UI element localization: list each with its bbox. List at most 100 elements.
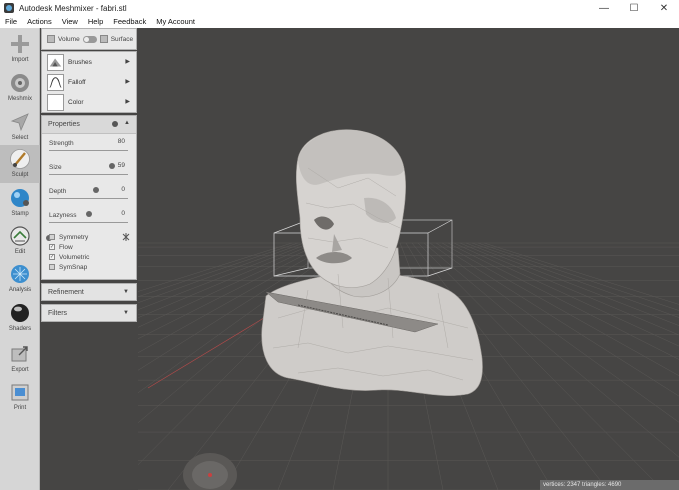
menu-help[interactable]: Help — [83, 16, 108, 28]
falloff-row[interactable]: Falloff ▶ — [42, 72, 136, 92]
lazyness-slider[interactable]: Lazyness 0 — [42, 206, 136, 241]
brushes-label: Brushes — [68, 58, 92, 66]
print-icon — [11, 384, 29, 401]
meshmixer-app-icon — [4, 3, 14, 13]
flow-checkbox[interactable]: ✓ — [49, 244, 55, 250]
flow-label: Flow — [59, 243, 73, 251]
tool-label: Stamp — [11, 211, 29, 217]
menu-feedback[interactable]: Feedback — [108, 16, 151, 28]
main-toolbar: Import Meshmix Select Sculpt Stamp Edit … — [0, 28, 40, 490]
symmetry-option[interactable]: Symmetry — [42, 232, 136, 242]
tool-label: Print — [13, 405, 27, 411]
meshmix-icon — [11, 74, 29, 92]
symmetry-icon[interactable] — [122, 233, 130, 241]
tool-label: Select — [11, 135, 29, 141]
slider-track — [49, 174, 128, 193]
chevron-down-icon: ▼ — [123, 310, 129, 316]
brushes-swatch-icon — [47, 53, 64, 71]
select-tool[interactable]: Select — [0, 108, 40, 146]
surface-checkbox[interactable] — [99, 35, 108, 43]
volumetric-checkbox[interactable]: ✓ — [49, 254, 55, 260]
color-row[interactable]: Color ▶ — [42, 92, 136, 112]
strength-slider[interactable]: Strength 80 — [42, 134, 136, 169]
size-value: 59 — [117, 162, 125, 169]
tool-label: Export — [11, 367, 29, 373]
depth-value: 0 — [121, 186, 125, 193]
sculpt-tool[interactable]: Sculpt — [0, 145, 40, 183]
title-bar: Autodesk Meshmixer - fabri.stl — ☐ ✕ — [0, 0, 679, 16]
sculpt-mode-row: Volume Surface — [41, 28, 137, 50]
viewport-background — [138, 28, 679, 490]
flow-option[interactable]: ✓ Flow — [42, 242, 136, 252]
falloff-curve-icon — [47, 73, 64, 91]
print-tool[interactable]: Print — [0, 378, 40, 416]
chevron-right-icon: ▶ — [125, 79, 130, 85]
menu-view[interactable]: View — [57, 16, 83, 28]
maximize-button[interactable]: ☐ — [619, 0, 649, 16]
strength-label: Strength — [49, 140, 74, 147]
depth-slider[interactable]: Depth 0 — [42, 182, 136, 217]
export-icon — [11, 346, 28, 362]
brush-icon — [10, 149, 30, 169]
menu-my-account[interactable]: My Account — [151, 16, 200, 28]
symsnap-checkbox[interactable] — [49, 264, 55, 270]
edit-icon — [10, 226, 30, 246]
volume-checkbox[interactable] — [47, 35, 55, 43]
chevron-right-icon: ▶ — [125, 99, 130, 105]
size-slider[interactable]: Size 59 — [42, 158, 136, 193]
menu-bar: File Actions View Help Feedback My Accou… — [0, 16, 679, 28]
slider-track — [49, 198, 128, 217]
properties-panel: Properties ▲ Strength 80 Size 59 Depth 0… — [41, 115, 137, 280]
refinement-label: Refinement — [48, 288, 84, 296]
3d-viewport[interactable] — [138, 28, 679, 490]
plus-icon — [11, 35, 29, 53]
refinement-section[interactable]: Refinement ▼ — [41, 283, 137, 301]
slider-track — [49, 150, 128, 169]
surface-label: Surface — [110, 35, 134, 43]
analysis-tool[interactable]: Analysis — [0, 260, 40, 298]
strength-value: 80 — [117, 138, 125, 145]
brush-settings-panel: Brushes ▶ Falloff ▶ Color ▶ — [41, 51, 137, 113]
tool-label: Analysis — [8, 287, 32, 293]
select-arrow-icon — [10, 113, 29, 132]
window-controls: — ☐ ✕ — [589, 0, 679, 16]
tool-label: Import — [11, 57, 29, 63]
menu-actions[interactable]: Actions — [22, 16, 57, 28]
chevron-up-icon[interactable]: ▲ — [124, 120, 130, 126]
shaders-icon — [11, 304, 29, 322]
meshmix-tool[interactable]: Meshmix — [0, 69, 40, 107]
depth-label: Depth — [49, 188, 67, 195]
volumetric-label: Volumetric — [59, 253, 90, 261]
stamp-tool[interactable]: Stamp — [0, 184, 40, 222]
color-label: Color — [68, 98, 84, 106]
symsnap-option[interactable]: SymSnap — [42, 262, 136, 272]
filters-section[interactable]: Filters ▼ — [41, 304, 137, 322]
import-tool[interactable]: Import — [0, 30, 40, 68]
tool-label: Shaders — [8, 326, 32, 332]
brushes-row[interactable]: Brushes ▶ — [42, 52, 136, 72]
symmetry-checkbox[interactable] — [49, 234, 55, 240]
chevron-right-icon: ▶ — [125, 59, 130, 65]
volumetric-option[interactable]: ✓ Volumetric — [42, 252, 136, 262]
tool-label: Sculpt — [11, 172, 29, 178]
symmetry-label: Symmetry — [59, 233, 89, 241]
tool-label: Edit — [14, 249, 26, 255]
edit-tool[interactable]: Edit — [0, 222, 40, 260]
size-label: Size — [49, 164, 62, 171]
symsnap-label: SymSnap — [59, 263, 88, 271]
properties-header[interactable]: Properties ▲ — [42, 116, 136, 134]
volume-surface-toggle[interactable] — [82, 35, 97, 43]
lazyness-value: 0 — [121, 210, 125, 217]
close-button[interactable]: ✕ — [649, 0, 679, 16]
menu-file[interactable]: File — [0, 16, 22, 28]
analysis-icon — [11, 265, 29, 283]
minimize-button[interactable]: — — [589, 0, 619, 16]
shaders-tool[interactable]: Shaders — [0, 299, 40, 337]
gear-icon[interactable] — [112, 121, 118, 127]
scene-canvas[interactable] — [138, 28, 679, 490]
stamp-icon — [11, 189, 29, 207]
filters-label: Filters — [48, 309, 68, 317]
window-title: Autodesk Meshmixer - fabri.stl — [19, 3, 127, 13]
export-tool[interactable]: Export — [0, 340, 40, 378]
chevron-down-icon: ▼ — [123, 289, 129, 295]
